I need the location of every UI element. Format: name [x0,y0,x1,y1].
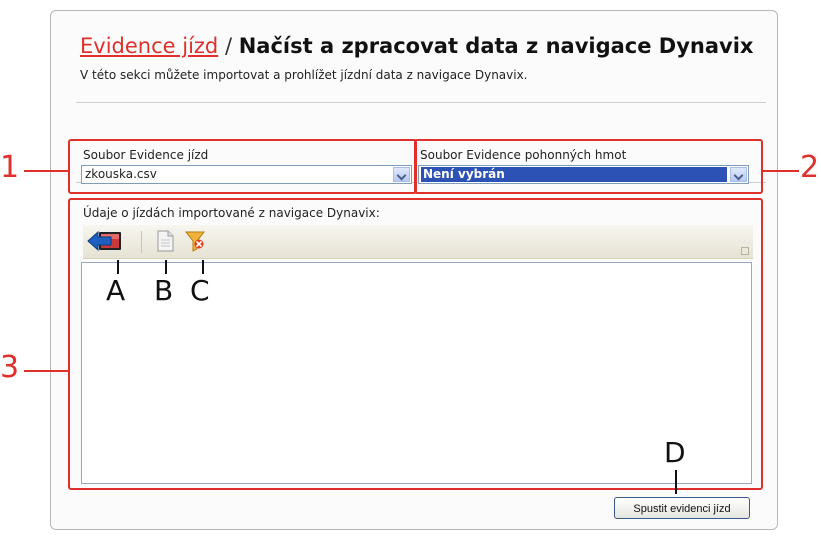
callout-3: 3 [0,350,20,385]
callout-2-line [763,170,799,172]
breadcrumb-evidence-jizd-link[interactable]: Evidence jízd [80,34,218,58]
annotation-box-2 [414,139,763,194]
divider [76,102,766,103]
callout-d: D [664,436,686,469]
annotation-box-3 [68,198,763,490]
callout-a-tick [117,260,119,274]
callout-2: 2 [800,150,820,185]
callout-d-tick [675,470,677,494]
callout-b: B [154,274,174,307]
page-subtitle: V této sekci můžete importovat a prohlíž… [80,68,528,82]
breadcrumb-separator: / [224,34,233,58]
page-title: Evidence jízd / Načíst a zpracovat data … [80,34,753,58]
callout-c-tick [202,260,204,274]
callout-1: 1 [0,150,20,185]
run-trip-log-button[interactable]: Spustit evidenci jízd [614,497,750,519]
annotation-box-1 [68,139,417,194]
page-heading: Načíst a zpracovat data z navigace Dynav… [238,34,754,58]
callout-1-line [24,170,68,172]
callout-b-tick [165,260,167,274]
callout-3-line [24,370,68,372]
callout-c: C [190,274,210,307]
callout-a: A [106,274,126,307]
